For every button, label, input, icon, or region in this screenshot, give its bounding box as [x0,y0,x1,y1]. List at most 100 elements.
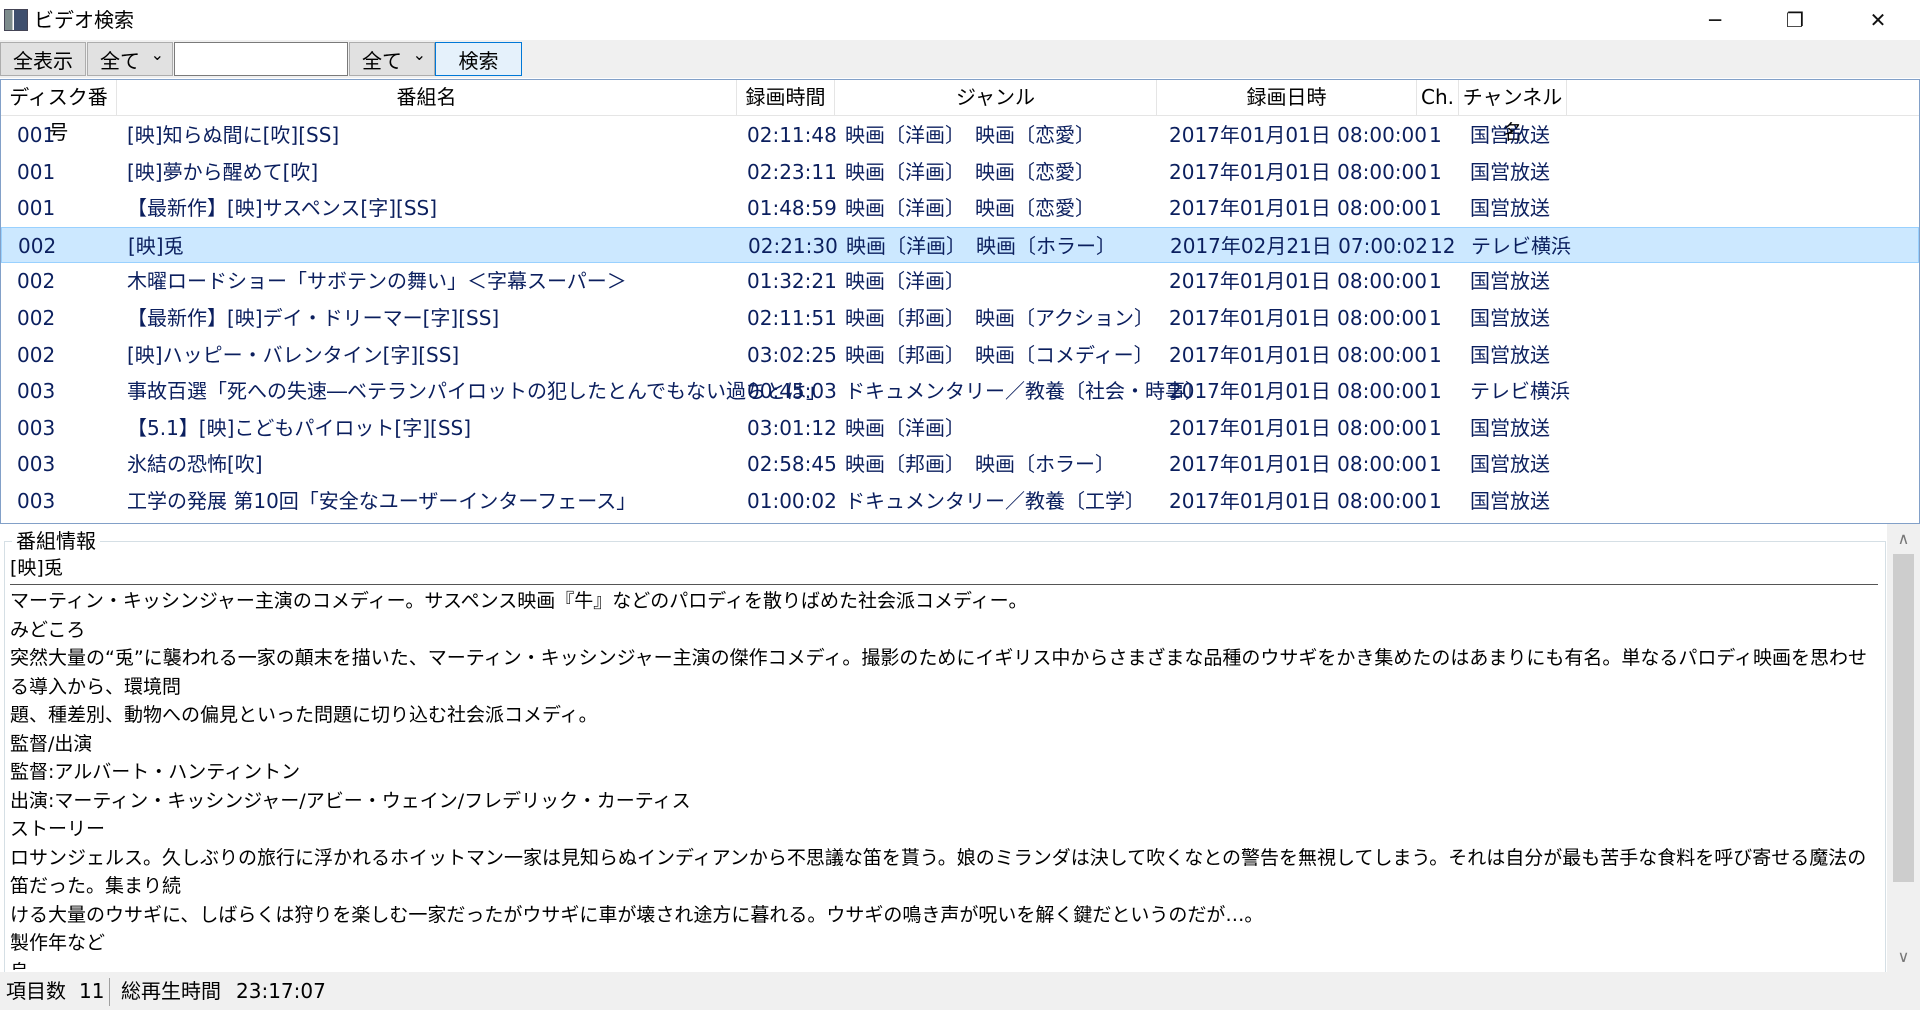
cell-ch: 1 [1429,123,1442,147]
cell-channel: 国営放送 [1470,159,1550,184]
cell-title: 【5.1】[映]こどもパイロット[字][SS] [127,415,472,440]
info-text: [映]兎 マーティン・キッシンジャー主演のコメディー。サスペンス映画『牛』などの… [10,554,1878,970]
cell-title: 事故百選「死への失速―ベテランパイロットの犯したとんでもない過ちとは」 [127,379,826,404]
table-row[interactable]: 002 【最新作】[映]デイ・ドリーマー[字][SS] 02:11:51 映画〔邦画〕… [1,300,1919,336]
cell-disc: 002 [17,306,56,330]
cell-channel: 国営放送 [1470,342,1550,367]
cell-ch: 1 [1429,415,1442,440]
cell-disc: 002 [17,342,56,367]
filter-combo-2[interactable]: 全て ⌄ [349,42,435,76]
info-scrollbar[interactable]: ∧ ∨ [1887,524,1920,972]
filter-combo-1-value: 全て [100,48,140,73]
video-list[interactable]: ディスク番号 番組名 録画時間 ジャンル 録画日時 Ch. チャンネル名 001… [0,79,1920,524]
scroll-thumb[interactable] [1893,554,1914,882]
cell-genre: 映画〔洋画〕 映画〔恋愛〕 [845,123,1095,147]
table-row[interactable]: 003 事故百選「死への失速―ベテランパイロットの犯したとんでもない過ちとは」 00… [1,373,1919,409]
column-header-duration[interactable]: 録画時間 [737,80,835,115]
info-line: 烏 [10,958,1878,971]
window-title: ビデオ検索 [34,8,134,32]
column-header-genre[interactable]: ジャンル [835,80,1157,115]
cell-disc: 001 [17,159,56,184]
cell-ch: 1 [1429,306,1442,330]
info-legend: 番組情報 [12,529,100,553]
cell-title: 工学の発展 第10回「安全なユーザーインターフェース」 [127,489,637,513]
scroll-down-icon[interactable]: ∨ [1887,942,1920,972]
cell-channel: 国営放送 [1470,489,1550,513]
cell-ch: 1 [1429,196,1442,221]
info-line: 突然大量の“兎”に襲われる一家の顛末を描いた、マーティン・キッシンジャー主演の傑… [10,647,1867,698]
cell-datetime: 2017年02月21日 07:00:02 [1170,233,1428,258]
cell-title: 木曜ロードショー「サボテンの舞い」＜字幕スーパー＞ [127,269,627,294]
cell-channel: 国営放送 [1470,123,1550,147]
item-count-label: 項目数 [6,979,66,1003]
table-row[interactable]: 002 木曜ロードショー「サボテンの舞い」＜字幕スーパー＞ 01:32:21 映画〔洋… [1,263,1919,299]
table-row[interactable]: 002 [映]兎 02:21:30 映画〔洋画〕 映画〔ホラー〕 2017年02月21日… [1,226,1919,263]
info-line: 題、種差別、動物への偏見といった問題に切り込む社会派コメディ。 [10,704,598,726]
status-bar: 項目数 11 総再生時間 23:17:07 [0,972,1920,1010]
column-header-channel[interactable]: チャンネル名 [1459,80,1567,144]
cell-disc: 003 [17,452,56,477]
cell-channel: 国営放送 [1470,269,1550,294]
cell-datetime: 2017年01月01日 08:00:00 [1169,306,1427,330]
search-input[interactable] [174,42,348,76]
info-line: ストーリー [10,818,106,840]
cell-datetime: 2017年01月01日 08:00:00 [1169,196,1427,221]
cell-duration: 01:48:59 [747,196,837,221]
cell-datetime: 2017年01月01日 08:00:00 [1169,342,1427,367]
table-row[interactable]: 001 [映]知らぬ間に[吹][SS] 02:11:48 映画〔洋画〕 映画〔恋愛〕 2… [1,117,1919,153]
cell-datetime: 2017年01月01日 08:00:00 [1169,379,1427,404]
search-button[interactable]: 検索 [435,42,522,76]
cell-duration: 02:21:30 [748,233,838,258]
total-time-label: 総再生時間 [121,979,221,1003]
info-line: 監督/出演 [10,732,93,755]
scroll-up-icon[interactable]: ∧ [1887,524,1920,554]
cell-genre: 映画〔洋画〕 [845,415,965,440]
info-line: 出演:マーティン・キッシンジャー/アビー・ウェイン/フレデリック・カーティス [10,789,691,812]
cell-duration: 02:11:48 [747,123,837,147]
cell-datetime: 2017年01月01日 08:00:00 [1169,123,1427,147]
cell-datetime: 2017年01月01日 08:00:00 [1169,452,1427,477]
column-header-datetime[interactable]: 録画日時 [1157,80,1417,115]
column-header-disc[interactable]: ディスク番号 [1,80,117,144]
cell-title: [映]兎 [128,233,184,258]
show-all-button[interactable]: 全表示 [0,42,86,76]
table-row[interactable]: 003 氷結の恐怖[吹] 02:58:45 映画〔邦画〕 映画〔ホラー〕 2017年01… [1,446,1919,482]
cell-duration: 03:02:25 [747,342,837,367]
table-row[interactable]: 001 【最新作】[映]サスペンス[字][SS] 01:48:59 映画〔洋画〕 映画… [1,190,1919,226]
cell-channel: 国営放送 [1470,415,1550,440]
cell-title: [映]夢から醒めて[吹] [127,159,319,184]
maximize-button[interactable]: ❐ [1755,0,1835,40]
cell-genre: 映画〔洋画〕 映画〔ホラー〕 [846,233,1116,258]
chevron-down-icon: ⌄ [150,45,164,64]
cell-datetime: 2017年01月01日 08:00:00 [1169,415,1427,440]
table-row[interactable]: 002 [映]ハッピー・バレンタイン[字][SS] 03:02:25 映画〔邦画〕 映… [1,337,1919,373]
cell-datetime: 2017年01月01日 08:00:00 [1169,159,1427,184]
toolbar: 全表示 全て ⌄ 全て ⌄ 検索 [0,40,1920,78]
info-line: マーティン・キッシンジャー主演のコメディー。サスペンス映画『牛』などのパロディを… [10,590,1028,612]
close-button[interactable]: ✕ [1838,0,1918,40]
minimize-button[interactable]: ─ [1675,0,1755,40]
column-header-title[interactable]: 番組名 [117,80,737,115]
cell-duration: 03:01:12 [747,415,837,440]
cell-title: 【最新作】[映]サスペンス[字][SS] [127,196,438,221]
cell-genre: 映画〔洋画〕 [845,269,965,294]
table-row[interactable]: 003 工学の発展 第10回「安全なユーザーインターフェース」 01:00:02 ドキ… [1,483,1919,519]
cell-title: 氷結の恐怖[吹] [127,452,263,477]
cell-duration: 01:00:02 [747,489,837,513]
table-row[interactable]: 001 [映]夢から醒めて[吹] 02:23:11 映画〔洋画〕 映画〔恋愛〕 2017… [1,154,1919,190]
info-line: ロサンジェルス。久しぶりの旅行に浮かれるホイットマン一家は見知らぬインディアンか… [10,846,1867,898]
info-line: 製作年など [10,932,106,954]
info-title: [映]兎 [10,554,1878,585]
cell-datetime: 2017年01月01日 08:00:00 [1169,269,1427,294]
filter-combo-1[interactable]: 全て ⌄ [87,42,173,76]
table-row[interactable]: 003 【5.1】[映]こどもパイロット[字][SS] 03:01:12 映画〔洋画〕… [1,410,1919,446]
title-bar: ビデオ検索 ─ ❐ ✕ [0,0,1920,40]
cell-duration: 02:11:51 [747,306,837,330]
cell-disc: 003 [17,415,56,440]
cell-disc: 002 [18,233,57,258]
column-header-ch[interactable]: Ch. [1417,80,1459,115]
cell-genre: 映画〔邦画〕 映画〔ホラー〕 [845,452,1115,477]
cell-genre: ドキュメンタリー／教養〔工学〕 [845,489,1145,513]
cell-channel: テレビ横浜 [1471,233,1571,258]
cell-title: [映]ハッピー・バレンタイン[字][SS] [127,342,460,367]
